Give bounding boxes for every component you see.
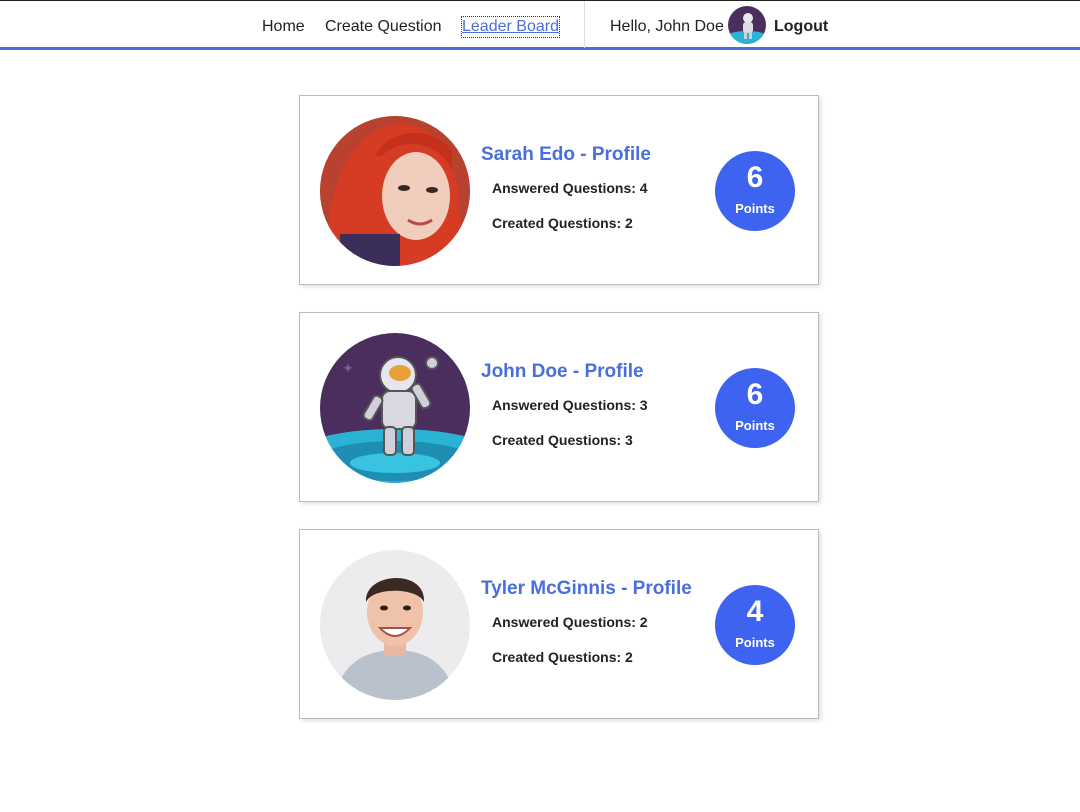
user-avatar <box>728 6 766 44</box>
user-greeting: Hello, John Doe <box>610 18 724 35</box>
user-avatar <box>320 550 470 700</box>
score-label: Points <box>735 201 775 216</box>
nav-create-question-link[interactable]: Create Question <box>325 17 442 37</box>
leaderboard-card: Tyler McGinnis - Profile Answered Questi… <box>299 529 819 719</box>
user-avatar <box>320 116 470 266</box>
created-questions-count: Created Questions: 2 <box>492 649 633 665</box>
score-value: 6 <box>746 161 764 194</box>
nav-leader-board-link[interactable]: Leader Board <box>461 16 560 38</box>
nav-home-link[interactable]: Home <box>262 17 305 37</box>
user-profile-link[interactable]: Sarah Edo - Profile <box>481 144 651 166</box>
score-badge: 6 Points <box>715 151 795 231</box>
svg-text:✦: ✦ <box>342 361 354 377</box>
score-value: 6 <box>746 378 764 411</box>
logout-button[interactable]: Logout <box>774 17 828 37</box>
created-questions-count: Created Questions: 3 <box>492 432 633 448</box>
answered-questions-count: Answered Questions: 2 <box>492 614 648 630</box>
user-avatar: ✦ <box>320 333 470 483</box>
answered-questions-count: Answered Questions: 4 <box>492 180 648 196</box>
top-nav: Home Create Question Leader Board Hello,… <box>0 0 1080 50</box>
score-value: 4 <box>746 595 764 628</box>
score-badge: 4 Points <box>715 585 795 665</box>
score-label: Points <box>735 418 775 433</box>
user-profile-link[interactable]: John Doe - Profile <box>481 361 644 383</box>
answered-questions-count: Answered Questions: 3 <box>492 397 648 413</box>
leaderboard-card: Sarah Edo - Profile Answered Questions: … <box>299 95 819 285</box>
user-profile-link[interactable]: Tyler McGinnis - Profile <box>481 578 692 600</box>
score-badge: 6 Points <box>715 368 795 448</box>
score-label: Points <box>735 635 775 650</box>
nav-divider <box>584 1 585 48</box>
created-questions-count: Created Questions: 2 <box>492 215 633 231</box>
leaderboard-card: ✦ John Doe - Profile Answered Questions:… <box>299 312 819 502</box>
